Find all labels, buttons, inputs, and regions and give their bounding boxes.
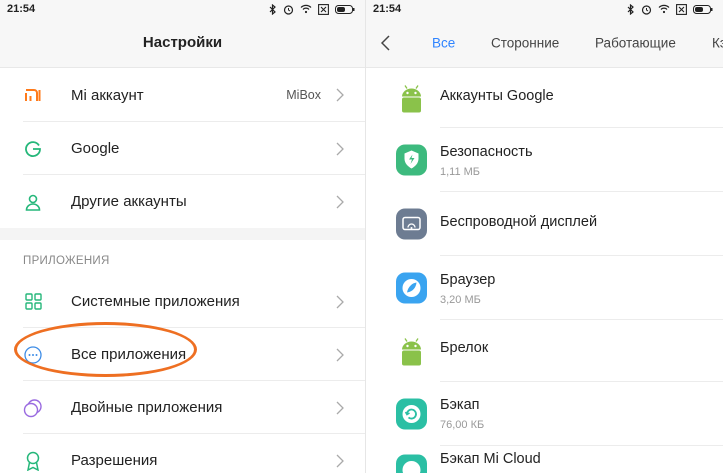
settings-item-label: Системные приложения (71, 293, 240, 310)
signal-off-icon (318, 3, 329, 15)
chevron-right-icon (336, 401, 344, 414)
cast-icon (396, 208, 427, 240)
settings-item-other-accounts[interactable]: Другие аккаунты (0, 175, 365, 228)
battery-icon (693, 4, 713, 14)
app-row-security[interactable]: Безопасность 1,11 МБ (366, 128, 723, 192)
badge-icon (23, 451, 43, 471)
battery-icon (335, 4, 355, 14)
settings-item-all-apps[interactable]: Все приложения (0, 328, 365, 381)
section-title-apps: ПРИЛОЖЕНИЯ (0, 240, 365, 275)
wifi-icon (658, 4, 670, 14)
settings-item-label: Все приложения (71, 346, 187, 363)
app-row-mi-cloud-backup[interactable]: Бэкап Mi Cloud (366, 446, 723, 473)
app-row-browser[interactable]: Браузер 3,20 МБ (366, 256, 723, 320)
settings-item-label: Google (71, 140, 120, 157)
status-time: 21:54 (373, 3, 402, 15)
status-bar: 21:54 (366, 0, 723, 18)
settings-item-value: MiBox (286, 88, 321, 102)
status-time: 21:54 (7, 3, 36, 15)
accounts-list: Mi аккаунт MiBox Google Другие аккаунты (0, 68, 365, 228)
apps-tabs-bar: Все Сторонние Работающие Кэш (366, 18, 723, 68)
app-row-wireless-display[interactable]: Беспроводной дисплей (366, 192, 723, 256)
tab-all[interactable]: Все (432, 35, 455, 50)
settings-item-label: Двойные приложения (71, 399, 223, 416)
chevron-right-icon (336, 195, 344, 208)
settings-item-system-apps[interactable]: Системные приложения (0, 275, 365, 328)
settings-item-label: Разрешения (71, 452, 158, 469)
app-name: Брелок (440, 340, 489, 356)
page-title: Настройки (142, 34, 223, 51)
signal-off-icon (676, 3, 687, 15)
settings-item-permissions[interactable]: Разрешения (0, 434, 365, 473)
more-dots-icon (23, 345, 43, 365)
app-name: Бэкап Mi Cloud (440, 451, 541, 467)
app-row-keychain[interactable]: Брелок (366, 320, 723, 382)
app-name: Бэкап (440, 397, 480, 413)
tab-cache[interactable]: Кэш (712, 35, 723, 50)
settings-item-dual-apps[interactable]: Двойные приложения (0, 381, 365, 434)
mi-logo-icon (23, 85, 43, 105)
alarm-icon (641, 4, 652, 15)
person-icon (23, 192, 43, 212)
tab-running[interactable]: Работающие (595, 35, 676, 50)
chevron-right-icon (336, 88, 344, 102)
chevron-right-icon (336, 348, 344, 361)
browser-icon (396, 272, 427, 304)
status-bar: 21:54 (0, 0, 365, 18)
backup-icon (396, 454, 427, 473)
app-name: Беспроводной дисплей (440, 214, 598, 230)
settings-screen: 21:54 Настройки Mi аккаунт MiBox Google (0, 0, 365, 473)
android-icon (402, 338, 421, 366)
settings-item-label: Другие аккаунты (71, 193, 187, 210)
app-row-google-accounts[interactable]: Аккаунты Google (366, 68, 723, 128)
bluetooth-icon (269, 3, 276, 15)
chevron-right-icon (336, 454, 344, 467)
settings-item-google[interactable]: Google (0, 122, 365, 175)
app-row-backup[interactable]: Бэкап 76,00 КБ (366, 382, 723, 446)
app-name: Безопасность (440, 144, 533, 160)
back-arrow-icon[interactable] (380, 34, 392, 51)
app-size: 3,20 МБ (440, 294, 481, 306)
alarm-icon (283, 4, 294, 15)
apps-screen: 21:54 Все Сторонние Работающие Кэш Аккау… (365, 0, 723, 473)
backup-icon (396, 398, 427, 430)
app-name: Аккаунты Google (440, 88, 554, 104)
bluetooth-icon (627, 3, 634, 15)
tab-third-party[interactable]: Сторонние (491, 35, 559, 50)
chevron-right-icon (336, 295, 344, 308)
app-name: Браузер (440, 272, 496, 288)
android-icon (402, 85, 421, 113)
apps-list: Аккаунты Google Безопасность 1,11 МБ Бес… (366, 68, 723, 473)
settings-header: Настройки (0, 18, 365, 68)
google-g-icon (23, 139, 43, 159)
chevron-right-icon (336, 142, 344, 155)
wifi-icon (300, 4, 312, 14)
section-divider (0, 228, 365, 240)
dual-circles-icon (23, 398, 43, 418)
apps-settings-list: Системные приложения Все приложения Двой… (0, 275, 365, 473)
grid-icon (23, 292, 43, 312)
app-size: 76,00 КБ (440, 419, 485, 431)
app-size: 1,11 МБ (440, 166, 481, 178)
shield-icon (396, 144, 427, 176)
settings-item-label: Mi аккаунт (71, 86, 144, 104)
settings-item-mi-account[interactable]: Mi аккаунт MiBox (0, 68, 365, 122)
